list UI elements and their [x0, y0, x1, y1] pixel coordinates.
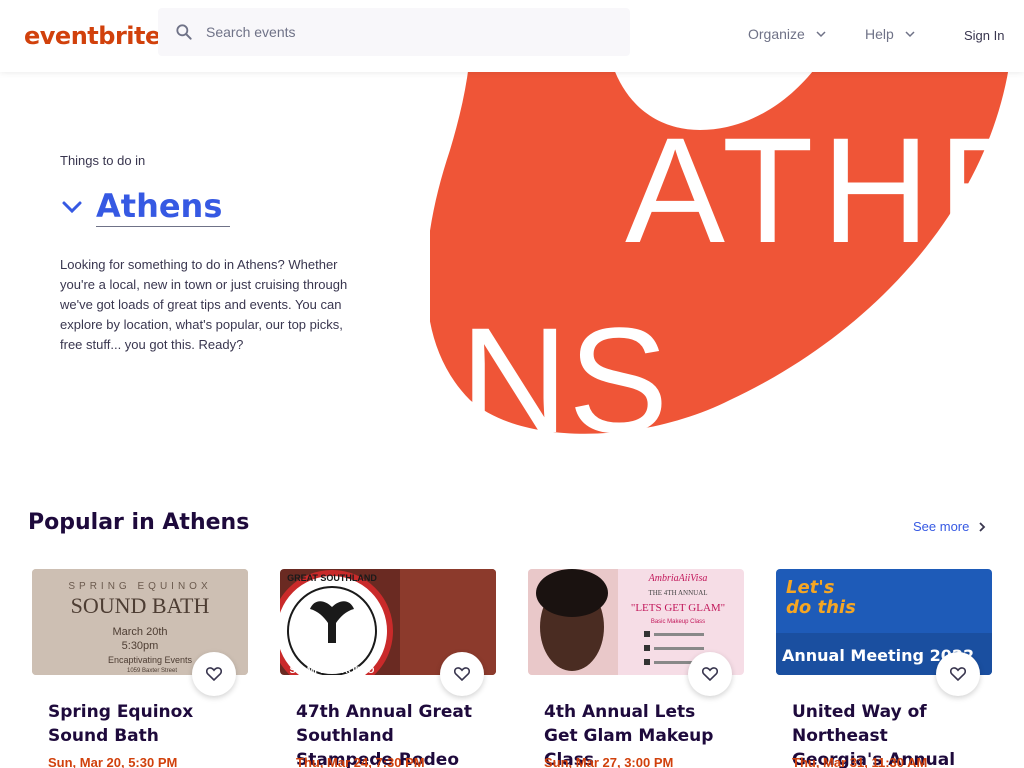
svg-text:5:30pm: 5:30pm: [122, 640, 159, 652]
city-name[interactable]: Athens: [96, 186, 231, 227]
section-title: Popular in Athens: [28, 510, 250, 535]
hero-description: Looking for something to do in Athens? W…: [60, 257, 348, 352]
hero-label: Things to do in: [60, 153, 146, 168]
svg-text:"LETS GET GLAM": "LETS GET GLAM": [631, 602, 725, 614]
svg-text:SPRING EQUINOX: SPRING EQUINOX: [68, 581, 211, 592]
organize-label: Organize: [748, 26, 805, 42]
svg-text:Basic Makeup Class: Basic Makeup Class: [651, 619, 705, 625]
svg-text:AmbriaAiiVisa: AmbriaAiiVisa: [648, 573, 708, 584]
city-selector[interactable]: Athens: [60, 186, 231, 227]
like-button[interactable]: [440, 652, 484, 696]
search-bar[interactable]: [158, 8, 630, 56]
see-more-label: See more: [913, 519, 970, 534]
event-date: Sun, Mar 27, 3:00 PM: [544, 755, 674, 768]
svg-text:Let's: Let's: [786, 577, 835, 598]
chevron-down-icon: [905, 31, 915, 38]
svg-text:THE 4TH ANNUAL: THE 4TH ANNUAL: [648, 589, 707, 597]
heart-icon: [454, 667, 470, 681]
heart-icon: [206, 667, 222, 681]
help-label: Help: [865, 26, 894, 42]
svg-text:do this: do this: [786, 597, 856, 618]
like-button[interactable]: [936, 652, 980, 696]
event-date: Thu, Mar 24, 7:30 PM: [296, 755, 425, 768]
svg-text:March 20th: March 20th: [112, 626, 167, 638]
eventbrite-logo[interactable]: eventbrite: [24, 22, 161, 50]
svg-text:STAMPEDE RODEO: STAMPEDE RODEO: [290, 665, 375, 675]
heart-icon: [702, 667, 718, 681]
organize-menu[interactable]: Organize: [748, 26, 827, 42]
chevron-down-icon[interactable]: [60, 195, 84, 219]
hero-art-text-1: ATHE: [625, 106, 1010, 274]
top-nav: eventbrite Organize Help Sign In: [0, 0, 1024, 72]
heart-icon: [950, 667, 966, 681]
help-menu[interactable]: Help: [865, 26, 916, 42]
like-button[interactable]: [192, 652, 236, 696]
chevron-down-icon: [816, 31, 826, 38]
sign-in-link[interactable]: Sign In: [964, 28, 1004, 43]
like-button[interactable]: [688, 652, 732, 696]
chevron-right-icon: [979, 521, 986, 532]
event-title[interactable]: Spring Equinox Sound Bath: [48, 700, 238, 748]
search-icon: [176, 24, 192, 40]
see-more-link[interactable]: See more: [913, 519, 987, 534]
svg-text:1059 Baxter Street: 1059 Baxter Street: [127, 668, 177, 674]
svg-text:GREAT SOUTHLAND: GREAT SOUTHLAND: [287, 573, 377, 583]
hero-art-text-2: NS: [460, 296, 668, 445]
svg-text:Encaptivating Events: Encaptivating Events: [108, 655, 193, 665]
event-date: Sun, Mar 20, 5:30 PM: [48, 755, 178, 768]
svg-text:SOUND BATH: SOUND BATH: [71, 593, 210, 618]
search-input[interactable]: [206, 20, 606, 44]
event-date: Thu, Mar 31, 11:30 AM: [792, 755, 928, 768]
